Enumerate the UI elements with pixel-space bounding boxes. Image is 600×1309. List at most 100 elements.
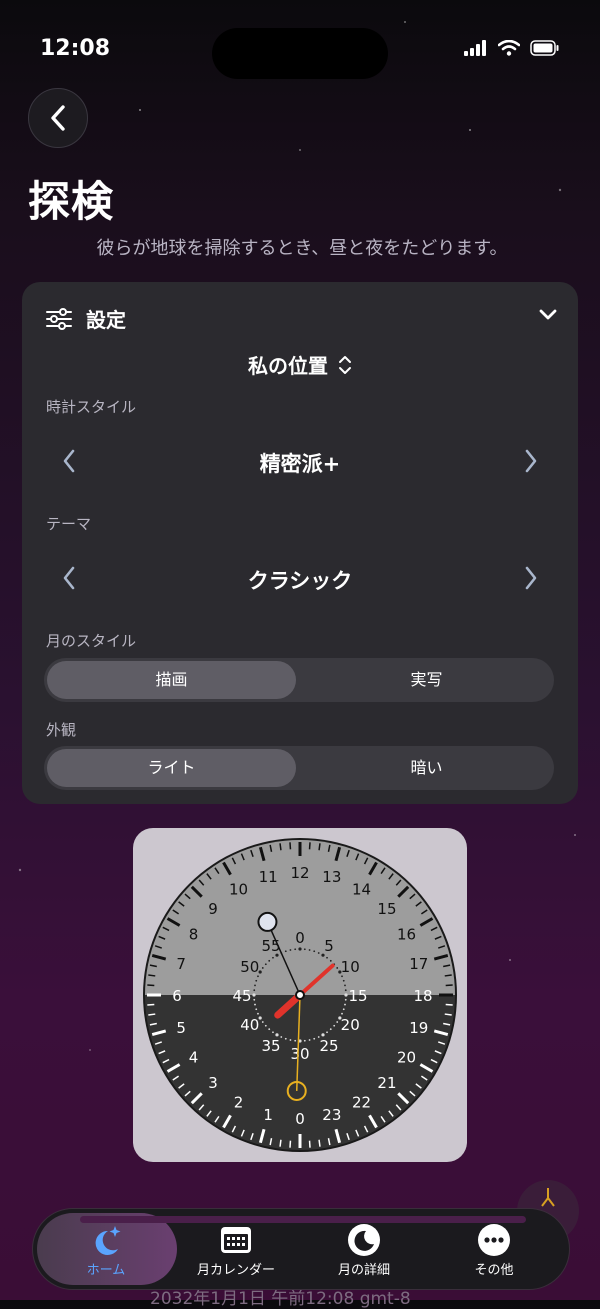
theme-picker: クラシック: [22, 559, 578, 599]
tab-moon-details-label: 月の詳細: [297, 1259, 431, 1278]
dial-tick: [148, 1014, 155, 1015]
hour-number: 1: [263, 1106, 273, 1124]
calendar-icon: [219, 1223, 253, 1255]
seconds-dot: [343, 980, 345, 982]
system-icons: [464, 40, 560, 56]
seconds-number: 5: [324, 937, 334, 955]
seconds-dot: [294, 1040, 296, 1042]
seconds-dot: [313, 1038, 315, 1040]
back-button[interactable]: [28, 88, 88, 148]
seconds-dot: [313, 950, 315, 952]
sun-marker: [258, 913, 276, 931]
clock-style-value: 精密派+: [22, 448, 578, 478]
settings-header[interactable]: 設定: [46, 304, 126, 333]
seconds-dot: [345, 999, 347, 1001]
seconds-dot: [253, 989, 255, 991]
clock-style-label: 時計スタイル: [46, 396, 136, 417]
chevron-down-icon[interactable]: [538, 308, 558, 322]
chevron-right-icon[interactable]: [524, 565, 538, 591]
seconds-dot: [254, 985, 256, 987]
appearance-option-light[interactable]: ライト: [47, 749, 296, 787]
status-time: 12:08: [40, 36, 110, 61]
theme-label: テーマ: [46, 513, 91, 534]
clock-widget: 0123456789101112131415161718192021222305…: [133, 828, 467, 1162]
hour-number: 15: [377, 900, 396, 918]
seconds-number: 40: [240, 1016, 259, 1034]
moon-icon: [347, 1223, 381, 1257]
seconds-dot: [343, 1008, 345, 1010]
scroll-indicator: [80, 1216, 526, 1223]
wifi-icon: [498, 40, 520, 56]
seconds-dot: [326, 957, 328, 959]
chevron-left-icon: [48, 104, 68, 132]
seconds-dot: [285, 1038, 287, 1040]
hour-number: 2: [234, 1094, 244, 1112]
seconds-dot: [309, 949, 311, 951]
dial-tick: [280, 843, 281, 850]
hour-number: 8: [189, 926, 199, 944]
seconds-dot: [304, 948, 306, 950]
chevron-up-down-icon: [338, 354, 352, 376]
hour-number: 3: [208, 1074, 218, 1092]
page-subtitle: 彼らが地球を掃除するとき、昼と夜をたどります。: [0, 234, 600, 260]
hour-number: 11: [259, 868, 278, 886]
appearance-label: 外観: [46, 719, 76, 740]
hour-number: 18: [413, 987, 432, 1005]
dial-tick: [445, 1014, 452, 1015]
chevron-right-icon[interactable]: [524, 448, 538, 474]
tab-moon-calendar-label: 月カレンダー: [169, 1259, 303, 1278]
dial-tick: [280, 1140, 281, 1147]
dial-tick: [445, 975, 452, 976]
moon-style-option-photo[interactable]: 実写: [299, 658, 554, 702]
tab-home-label: ホーム: [39, 1259, 173, 1278]
dial-tick: [148, 975, 155, 976]
seconds-dot: [336, 1021, 338, 1023]
seconds-dot: [345, 989, 347, 991]
seconds-dot: [262, 967, 264, 969]
seconds-dot: [252, 993, 255, 996]
seconds-number: 0: [295, 929, 305, 947]
settings-title: 設定: [86, 304, 126, 333]
seconds-dot: [265, 1025, 267, 1027]
hour-number: 6: [172, 987, 182, 1005]
seconds-number: 25: [319, 1037, 338, 1055]
more-icon: [477, 1223, 511, 1257]
page-title: 探検: [28, 168, 114, 229]
seconds-dot: [272, 957, 274, 959]
seconds-number: 35: [261, 1037, 280, 1055]
moon-style-option-drawn[interactable]: 描画: [47, 661, 296, 699]
seconds-dot: [294, 948, 296, 950]
cellular-signal-icon: [464, 40, 488, 56]
hour-number: 17: [409, 955, 428, 973]
seconds-dot: [262, 1021, 264, 1023]
location-selector[interactable]: 私の位置: [22, 350, 578, 379]
theme-value: クラシック: [22, 565, 578, 595]
settings-panel: 設定 私の位置 時計スタイル 精密派+ テーマ クラシック 月のスタイル 描画 …: [22, 282, 578, 804]
seconds-dot: [333, 1025, 335, 1027]
seconds-dot: [344, 985, 346, 987]
appearance-option-dark[interactable]: 暗い: [299, 746, 554, 790]
hour-number: 0: [295, 1110, 305, 1128]
seconds-number: 45: [232, 987, 251, 1005]
seconds-dot: [280, 1036, 282, 1038]
seconds-dot: [309, 1039, 311, 1041]
hour-number: 22: [352, 1094, 371, 1112]
clock-style-picker: 精密派+: [22, 442, 578, 482]
hour-number: 16: [397, 926, 416, 944]
hour-number: 23: [322, 1106, 341, 1124]
status-bar: 12:08: [0, 0, 600, 100]
sliders-icon: [46, 308, 72, 330]
hour-number: 12: [290, 864, 309, 882]
hour-number: 7: [176, 955, 186, 973]
seconds-dot: [290, 949, 292, 951]
seconds-number: 20: [341, 1016, 360, 1034]
seconds-dot: [336, 967, 338, 969]
dial-tick: [319, 1140, 320, 1147]
moon-stars-icon: [88, 1223, 124, 1257]
appearance-segmented-control: ライト 暗い: [44, 746, 554, 790]
seconds-dot: [304, 1040, 306, 1042]
seconds-dot: [255, 1008, 257, 1010]
seconds-number: 10: [341, 958, 360, 976]
hour-number: 13: [322, 868, 341, 886]
seconds-dot: [318, 952, 320, 954]
